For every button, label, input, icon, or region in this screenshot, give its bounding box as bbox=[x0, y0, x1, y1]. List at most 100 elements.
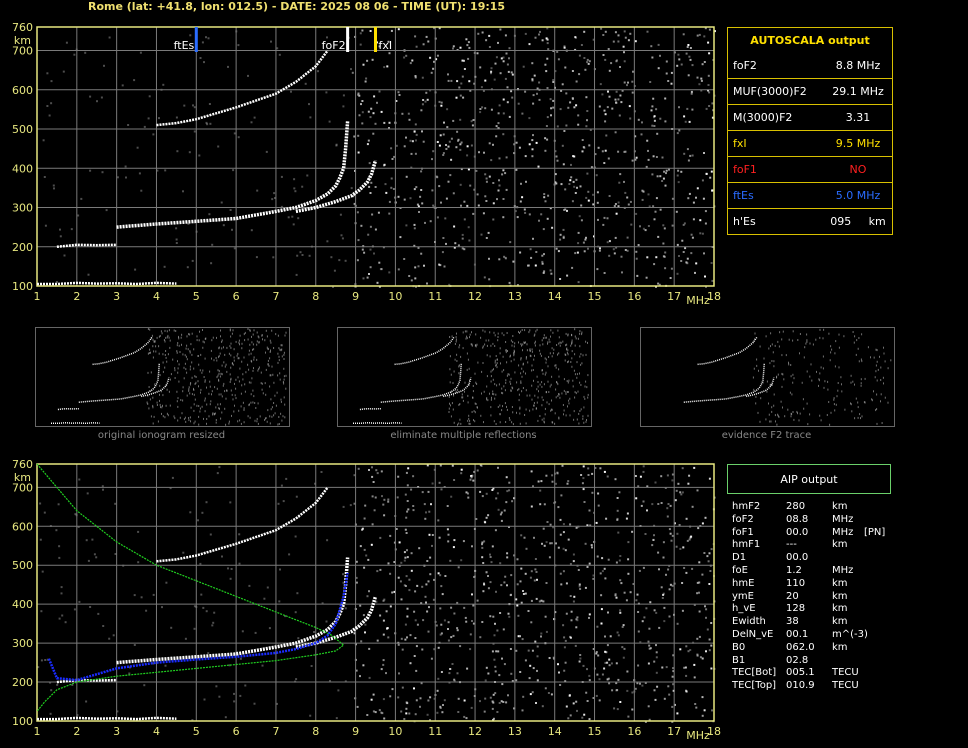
thumb-noise-dot bbox=[178, 363, 180, 366]
aip-param-name: ymE bbox=[732, 590, 754, 602]
noise-dot bbox=[455, 96, 458, 99]
noise-dot bbox=[216, 472, 219, 475]
thumb-noise-dot bbox=[456, 360, 458, 362]
noise-dot bbox=[369, 192, 372, 194]
noise-dot bbox=[641, 620, 644, 623]
thumb-noise-dot bbox=[274, 394, 276, 397]
thumb-noise-dot bbox=[777, 340, 779, 343]
thumb-noise-dot bbox=[244, 390, 246, 393]
noise-dot bbox=[693, 663, 696, 666]
noise-dot bbox=[569, 636, 572, 639]
noise-dot bbox=[536, 679, 539, 682]
noise-dot bbox=[624, 191, 627, 194]
noise-dot bbox=[100, 96, 103, 99]
thumb-noise-dot bbox=[529, 409, 531, 412]
thumb-noise-dot bbox=[239, 419, 241, 422]
aip-trace-2 bbox=[156, 486, 329, 563]
noise-dot bbox=[588, 613, 591, 616]
thumb-noise-dot bbox=[186, 371, 188, 374]
noise-dot bbox=[405, 707, 408, 710]
thumb-noise-dot bbox=[283, 358, 285, 360]
noise-dot bbox=[450, 636, 453, 639]
noise-dot bbox=[696, 592, 699, 595]
thumb-noise-dot bbox=[162, 415, 164, 418]
thumb-noise-dot bbox=[225, 397, 227, 400]
noise-dot bbox=[698, 581, 701, 584]
noise-dot bbox=[447, 145, 450, 148]
noise-dot bbox=[431, 189, 434, 192]
noise-dot bbox=[420, 109, 423, 112]
noise-dot bbox=[400, 710, 403, 713]
noise-dot bbox=[546, 87, 549, 89]
noise-dot bbox=[663, 606, 666, 609]
noise-dot bbox=[588, 718, 591, 721]
noise-dot bbox=[368, 185, 371, 188]
noise-dot bbox=[489, 553, 491, 556]
noise-dot bbox=[581, 716, 584, 719]
noise-dot bbox=[582, 488, 585, 491]
thumb-noise-dot bbox=[222, 384, 224, 387]
thumb-noise-dot bbox=[579, 330, 581, 333]
noise-dot bbox=[708, 28, 711, 31]
thumb-noise-dot bbox=[283, 375, 285, 378]
noise-dot bbox=[460, 141, 463, 144]
noise-dot bbox=[581, 482, 584, 485]
noise-dot bbox=[627, 203, 630, 206]
thumb-noise-dot bbox=[583, 395, 585, 398]
noise-dot bbox=[567, 717, 570, 720]
noise-dot bbox=[463, 606, 466, 609]
thumb-noise-dot bbox=[876, 393, 878, 396]
noise-dot bbox=[436, 141, 439, 143]
noise-dot bbox=[489, 556, 492, 558]
thumb-noise-dot bbox=[831, 348, 833, 351]
noise-dot bbox=[538, 98, 541, 101]
noise-dot bbox=[326, 240, 329, 243]
noise-dot bbox=[606, 678, 609, 681]
thumb-noise-dot bbox=[216, 387, 218, 390]
thumb-noise-dot bbox=[215, 421, 217, 424]
noise-dot bbox=[546, 116, 549, 119]
noise-dot bbox=[528, 143, 531, 146]
thumb-noise-dot bbox=[541, 404, 543, 407]
thumb-noise-dot bbox=[770, 420, 772, 423]
thumb-noise-dot bbox=[269, 385, 271, 388]
thumb-noise-dot bbox=[819, 328, 821, 331]
noise-dot bbox=[405, 532, 408, 534]
noise-dot bbox=[657, 551, 660, 554]
thumb-noise-dot bbox=[455, 340, 457, 343]
thumb-noise-dot bbox=[466, 368, 468, 371]
thumb-noise-dot bbox=[838, 333, 840, 336]
aip-param-name: foF2 bbox=[732, 513, 754, 525]
thumb-noise-dot bbox=[580, 353, 582, 356]
thumb-noise-dot bbox=[232, 363, 234, 366]
noise-dot bbox=[250, 121, 253, 124]
noise-dot bbox=[452, 47, 454, 50]
noise-dot bbox=[362, 277, 365, 280]
thumb-noise-dot bbox=[258, 341, 260, 344]
thumb-noise-dot bbox=[510, 360, 512, 363]
aip-param-value: 128 bbox=[786, 603, 806, 615]
noise-dot bbox=[550, 114, 552, 117]
thumb-noise-dot bbox=[782, 330, 784, 333]
noise-dot bbox=[464, 616, 467, 619]
thumb-noise-dot bbox=[236, 354, 238, 357]
noise-dot bbox=[710, 644, 713, 647]
noise-dot bbox=[459, 143, 462, 146]
noise-dot bbox=[362, 63, 365, 66]
noise-dot bbox=[294, 190, 297, 193]
noise-dot bbox=[442, 152, 445, 155]
thumb-noise-dot bbox=[159, 399, 160, 402]
noise-dot bbox=[701, 232, 704, 235]
thumb-noise-dot bbox=[529, 329, 531, 332]
thumb-noise-dot bbox=[169, 404, 171, 407]
thumb-noise-dot bbox=[509, 380, 511, 383]
noise-dot bbox=[397, 195, 400, 198]
noise-dot bbox=[43, 511, 46, 514]
thumb-noise-dot bbox=[484, 330, 486, 333]
thumb-noise-dot bbox=[520, 372, 522, 375]
noise-dot bbox=[446, 126, 449, 129]
x-tick-label: 14 bbox=[548, 725, 562, 738]
thumb-noise-dot bbox=[165, 350, 167, 352]
autoscala-row: ftEs 5.0 MHz bbox=[728, 182, 892, 208]
noise-dot bbox=[563, 209, 565, 211]
